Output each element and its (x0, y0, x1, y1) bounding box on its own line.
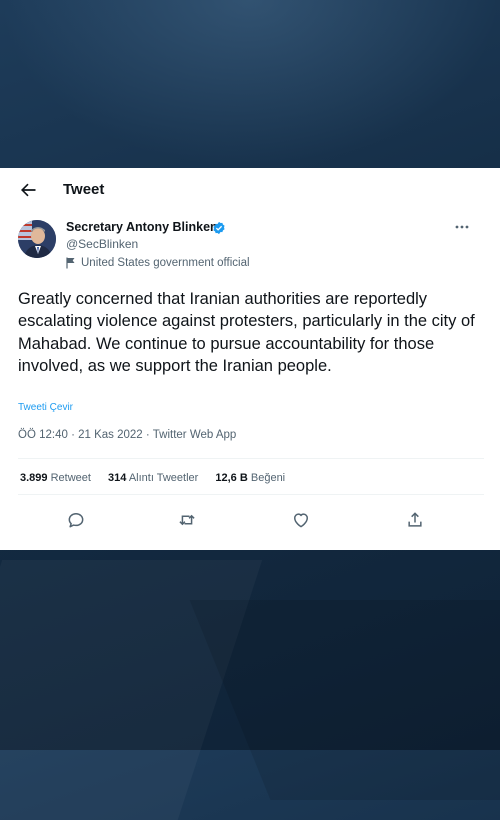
reply-icon[interactable] (66, 510, 86, 530)
translate-link[interactable]: Tweeti Çevir (18, 402, 73, 413)
background-glow (0, 0, 500, 168)
tweet-card: Tweet Secretary Antony Blinken @SecBlink… (0, 168, 500, 550)
tweet-meta: ÖÖ 12:40 · 21 Kas 2022 · Twitter Web App (18, 429, 236, 441)
meta-separator: · (71, 429, 75, 441)
retweet-label: Retweet (50, 472, 91, 484)
divider (18, 494, 484, 495)
heart-icon[interactable] (291, 510, 311, 530)
like-stat[interactable]: 12,6 B Beğeni (215, 472, 285, 484)
quote-label: Alıntı Tweetler (128, 472, 199, 484)
author-name[interactable]: Secretary Antony Blinken (66, 220, 218, 234)
tweet-text: Greatly concerned that Iranian authoriti… (18, 290, 475, 376)
avatar[interactable] (18, 220, 56, 258)
government-label-text: United States government official (81, 257, 250, 269)
share-icon[interactable] (405, 510, 425, 530)
tweet-stats: 3.899 Retweet 314 Alıntı Tweetler 12,6 B… (20, 472, 299, 484)
quote-count: 314 (108, 472, 127, 484)
tweet-actions (0, 510, 500, 534)
background-shape (0, 560, 262, 820)
avatar-image (18, 220, 56, 258)
retweet-icon[interactable] (177, 510, 197, 530)
more-dots-icon[interactable] (454, 222, 470, 232)
retweet-count: 3.899 (20, 472, 48, 484)
page-title: Tweet (63, 181, 105, 198)
flag-icon (66, 257, 75, 269)
tweet-time[interactable]: ÖÖ 12:40 (18, 429, 68, 441)
author-handle[interactable]: @SecBlinken (66, 237, 138, 251)
background-shape (189, 600, 500, 800)
meta-separator: · (145, 429, 150, 441)
tweet-source[interactable]: Twitter Web App (153, 429, 237, 441)
like-label: Beğeni (250, 472, 286, 484)
tweet-date[interactable]: 21 Kas 2022 (78, 429, 143, 441)
tweet-header: Tweet (0, 168, 500, 212)
quote-stat[interactable]: 314 Alıntı Tweetler (108, 472, 198, 484)
retweet-stat[interactable]: 3.899 Retweet (20, 472, 91, 484)
arrow-left-icon[interactable] (18, 180, 38, 200)
like-count: 12,6 B (215, 472, 248, 484)
verified-badge-icon (213, 221, 225, 235)
divider (18, 458, 484, 459)
